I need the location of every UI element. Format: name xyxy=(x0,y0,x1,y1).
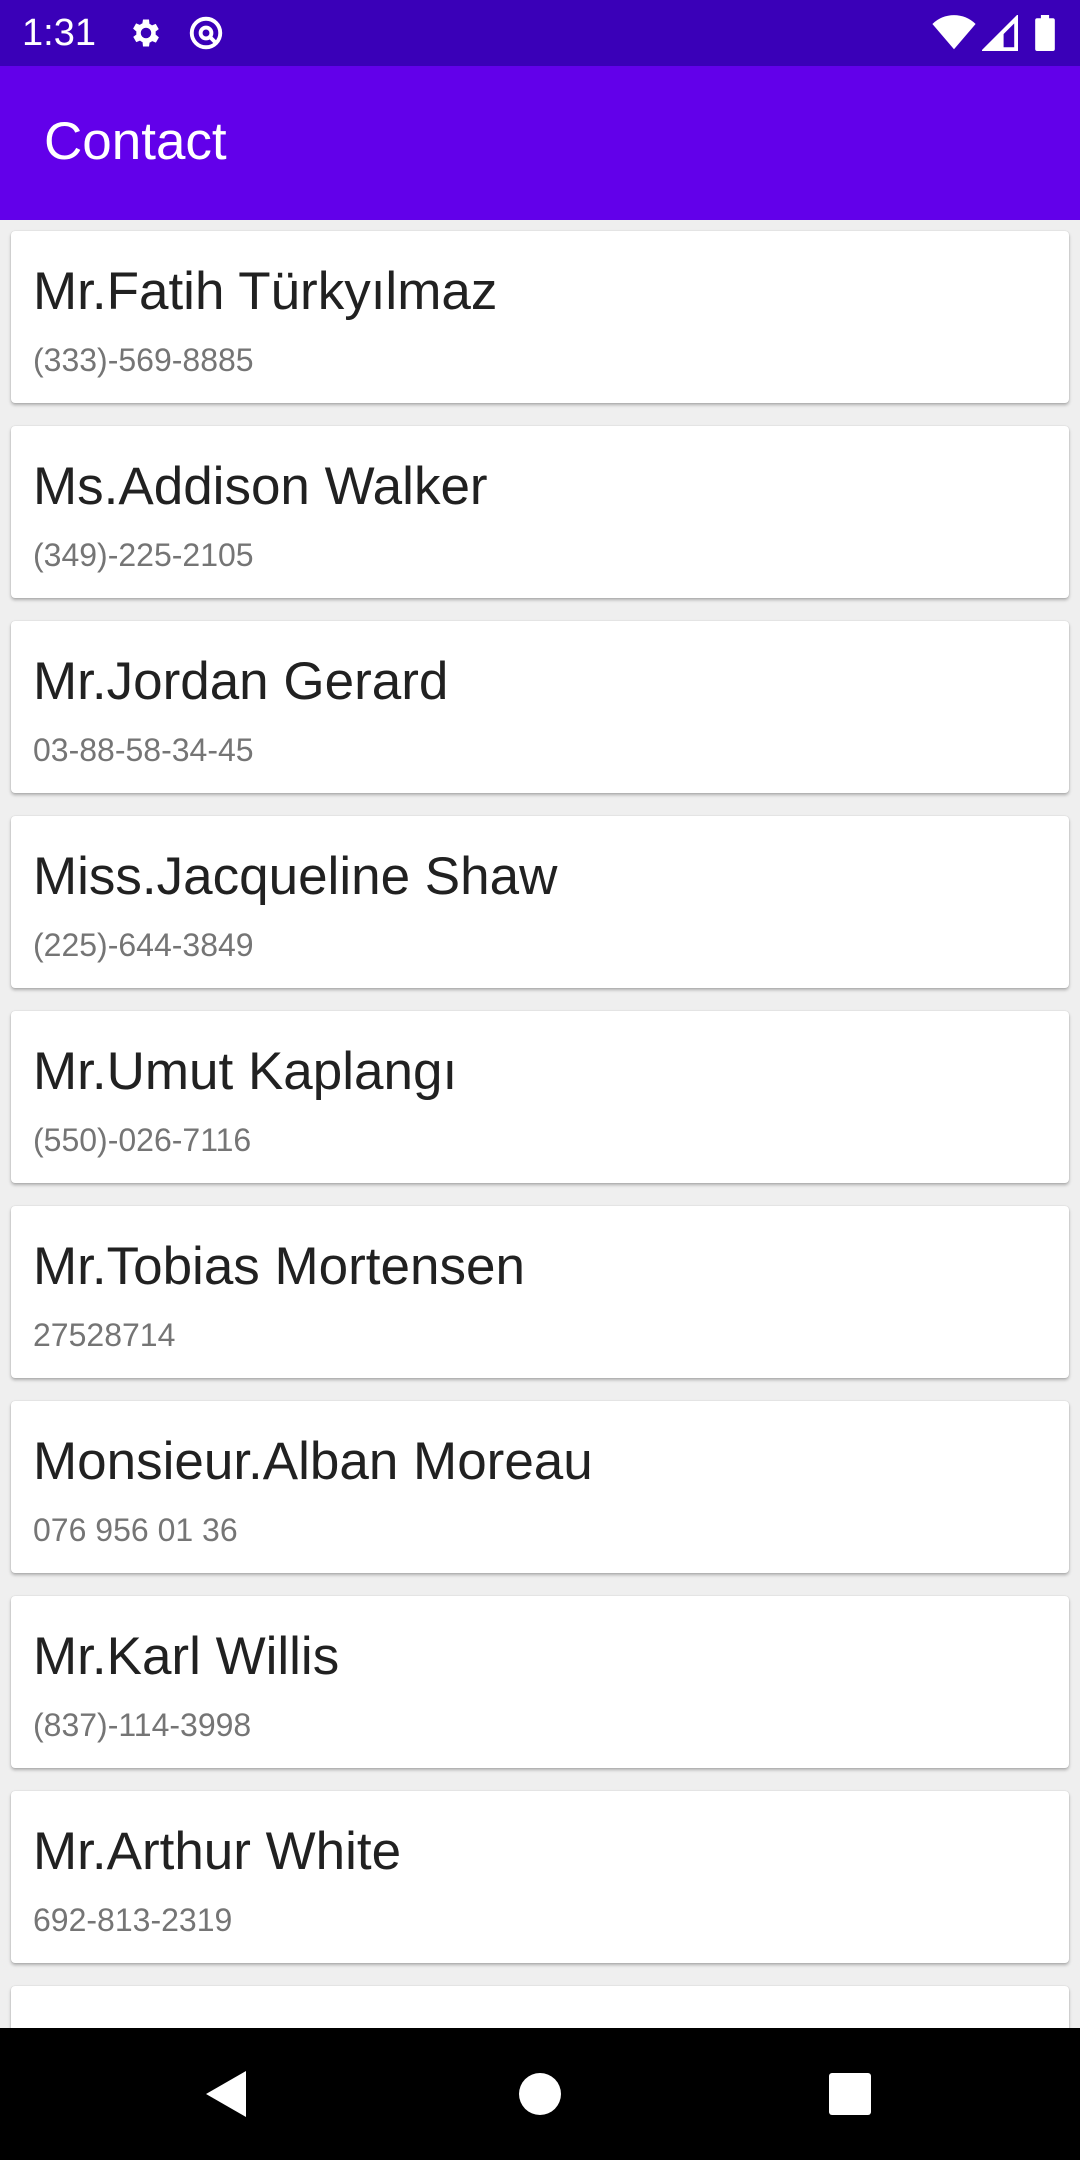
contact-name: Mr.Fatih Türkyılmaz xyxy=(33,262,498,321)
recents-button[interactable] xyxy=(810,2054,890,2134)
app-bar: Contact xyxy=(0,66,1080,220)
back-button[interactable] xyxy=(186,2054,266,2134)
contact-name: Mr.Tobias Mortensen xyxy=(33,1237,525,1296)
home-icon xyxy=(519,2073,561,2115)
contact-phone: 692-813-2319 xyxy=(33,1902,233,1938)
status-time: 1:31 xyxy=(22,12,96,54)
contact-list[interactable]: Mr.Fatih Türkyılmaz (333)-569-8885 Ms.Ad… xyxy=(0,220,1080,2028)
contact-card[interactable]: Mr.Umut Kaplangı (550)-026-7116 xyxy=(11,1011,1069,1183)
contact-phone: (550)-026-7116 xyxy=(33,1122,252,1158)
contact-phone: 076 956 01 36 xyxy=(33,1512,238,1548)
contact-name: Monsieur.Alban Moreau xyxy=(33,1432,593,1491)
contact-name: Mr.Umut Kaplangı xyxy=(33,1042,458,1101)
contact-name: Mr.Arthur White xyxy=(33,1822,402,1881)
contact-card[interactable]: Ms.Addison Walker (349)-225-2105 xyxy=(11,426,1069,598)
contact-phone: (837)-114-3998 xyxy=(33,1707,252,1743)
contact-card-partial[interactable] xyxy=(11,1986,1069,2028)
contact-card[interactable]: Miss.Jacqueline Shaw (225)-644-3849 xyxy=(11,816,1069,988)
contact-card[interactable]: Mr.Karl Willis (837)-114-3998 xyxy=(11,1596,1069,1768)
contact-name: Miss.Jacqueline Shaw xyxy=(33,847,558,906)
recents-icon xyxy=(829,2073,871,2115)
contact-name: Mr.Jordan Gerard xyxy=(33,652,449,711)
signal-icon xyxy=(982,15,1018,51)
contact-phone: (333)-569-8885 xyxy=(33,342,254,378)
wifi-icon xyxy=(932,15,976,50)
contact-card[interactable]: Mr.Arthur White 692-813-2319 xyxy=(11,1791,1069,1963)
contact-phone: 03-88-58-34-45 xyxy=(33,732,254,768)
contact-card[interactable]: Mr.Tobias Mortensen 27528714 xyxy=(11,1206,1069,1378)
gear-icon xyxy=(133,19,159,47)
contact-card[interactable]: Monsieur.Alban Moreau 076 956 01 36 xyxy=(11,1401,1069,1573)
contact-card[interactable]: Mr.Jordan Gerard 03-88-58-34-45 xyxy=(11,621,1069,793)
battery-icon xyxy=(1035,15,1055,51)
contact-phone: 27528714 xyxy=(33,1317,176,1353)
back-icon xyxy=(206,2071,246,2117)
contact-phone: (225)-644-3849 xyxy=(33,927,254,963)
navigation-bar xyxy=(0,2028,1080,2160)
contact-phone: (349)-225-2105 xyxy=(33,537,254,573)
contact-name: Ms.Addison Walker xyxy=(33,457,488,516)
at-sign-icon xyxy=(189,16,223,50)
contact-name: Mr.Karl Willis xyxy=(33,1627,340,1686)
status-bar: 1:31 xyxy=(0,0,1080,66)
app-title: Contact xyxy=(44,112,227,171)
contact-card[interactable]: Mr.Fatih Türkyılmaz (333)-569-8885 xyxy=(11,231,1069,403)
home-button[interactable] xyxy=(500,2054,580,2134)
